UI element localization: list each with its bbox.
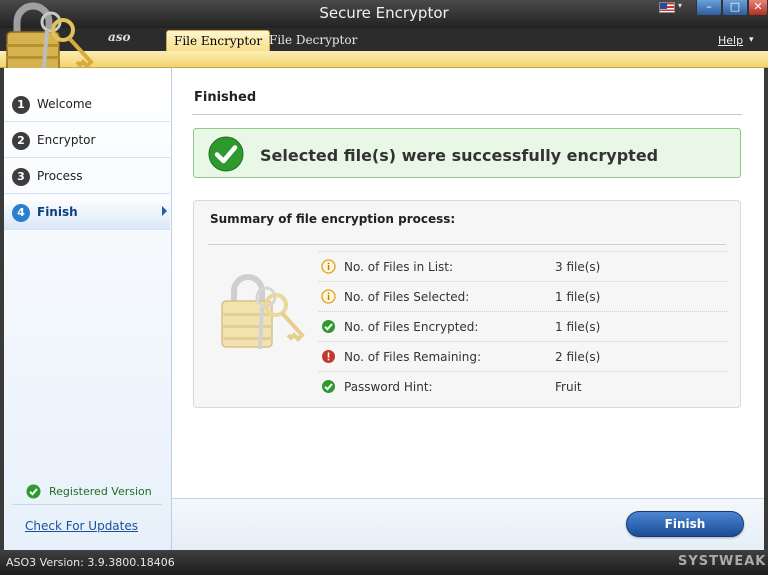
padlock-keys-icon <box>221 274 305 350</box>
check-updates-link[interactable]: Check For Updates <box>25 519 138 533</box>
summary-label: No. of Files Selected: <box>344 290 470 304</box>
minimize-button[interactable]: – <box>696 0 722 16</box>
summary-label: Password Hint: <box>344 380 433 394</box>
summary-value: 3 file(s) <box>555 260 601 274</box>
tab-file-encryptor[interactable]: File Encryptor <box>166 30 271 52</box>
sidebar-item-finish[interactable]: 4 Finish <box>4 196 170 230</box>
step-number: 1 <box>12 96 30 114</box>
step-number: 2 <box>12 132 30 150</box>
summary-value: 2 file(s) <box>555 350 601 364</box>
summary-row: No. of Files Selected: 1 file(s) <box>319 281 727 311</box>
maximize-button[interactable]: □ <box>722 0 748 16</box>
title-bar: Secure Encryptor ▾ – □ ✕ <box>0 0 768 28</box>
step-number: 3 <box>12 168 30 186</box>
footer-bar: Finish <box>172 498 764 550</box>
summary-row: No. of Files Remaining: 2 file(s) <box>319 341 727 371</box>
error-icon <box>322 350 335 363</box>
summary-panel: Summary of file encryption process: No. … <box>193 200 741 408</box>
sidebar-item-process[interactable]: 3 Process <box>4 160 170 194</box>
check-icon <box>322 380 335 393</box>
summary-label: No. of Files Encrypted: <box>344 320 479 334</box>
check-circle-icon <box>26 484 41 499</box>
help-dropdown-icon[interactable]: ▾ <box>749 35 754 45</box>
us-flag-icon[interactable] <box>659 2 675 13</box>
aso-logo: aso <box>108 30 131 44</box>
sidebar-divider <box>12 504 162 505</box>
watermark: SYSTWEAK <box>678 554 767 569</box>
summary-row: Password Hint: Fruit <box>319 371 727 401</box>
status-bar: ASO3 Version: 3.9.3800.18406 SYSTWEAK <box>0 550 768 575</box>
summary-row: No. of Files Encrypted: 1 file(s) <box>319 311 727 341</box>
summary-label: No. of Files in List: <box>344 260 454 274</box>
finish-button[interactable]: Finish <box>626 511 744 537</box>
registered-label: Registered Version <box>49 485 152 498</box>
success-banner: Selected file(s) were successfully encry… <box>193 128 741 178</box>
sidebar-item-label: Welcome <box>37 97 92 111</box>
window-title: Secure Encryptor <box>319 4 449 22</box>
sidebar-item-label: Process <box>37 169 83 183</box>
sidebar-item-welcome[interactable]: 1 Welcome <box>4 88 170 122</box>
summary-title: Summary of file encryption process: <box>210 212 456 226</box>
summary-divider <box>208 244 726 245</box>
chevron-right-icon <box>162 206 167 216</box>
page-title: Finished <box>194 90 257 105</box>
sidebar-item-label: Finish <box>37 205 78 219</box>
check-icon <box>322 320 335 333</box>
main-panel: Finished Selected file(s) were successfu… <box>172 68 764 498</box>
summary-value: Fruit <box>555 380 582 394</box>
sidebar: 1 Welcome 2 Encryptor 3 Process 4 Finish… <box>4 68 172 550</box>
sidebar-item-label: Encryptor <box>37 133 96 147</box>
step-number: 4 <box>12 204 30 222</box>
summary-value: 1 file(s) <box>555 320 601 334</box>
language-dropdown-icon[interactable]: ▾ <box>678 1 682 10</box>
version-label: ASO3 Version: 3.9.3800.18406 <box>6 556 175 569</box>
close-button[interactable]: ✕ <box>748 0 768 16</box>
success-check-icon <box>208 136 244 172</box>
info-icon <box>321 259 336 274</box>
help-menu[interactable]: Help <box>718 34 743 47</box>
summary-row: No. of Files in List: 3 file(s) <box>319 251 727 281</box>
info-icon <box>321 289 336 304</box>
success-message: Selected file(s) were successfully encry… <box>260 146 659 165</box>
ribbon-strip <box>0 51 768 68</box>
sidebar-item-encryptor[interactable]: 2 Encryptor <box>4 124 170 158</box>
summary-label: No. of Files Remaining: <box>344 350 482 364</box>
summary-value: 1 file(s) <box>555 290 601 304</box>
tab-file-decryptor[interactable]: File Decryptor <box>262 30 364 52</box>
title-divider <box>192 114 742 115</box>
